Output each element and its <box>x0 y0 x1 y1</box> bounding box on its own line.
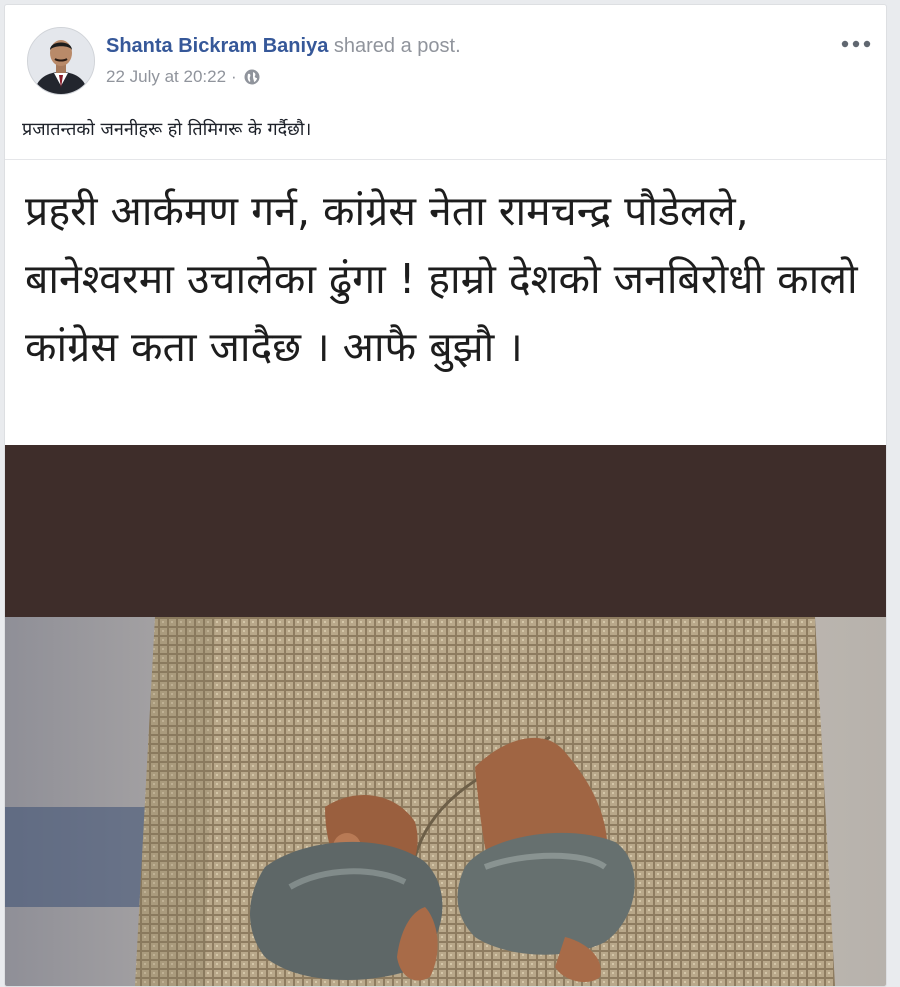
shared-photo[interactable] <box>5 617 886 986</box>
post-card: Shanta Bickram Baniya shared a post. 22 … <box>4 4 887 987</box>
globe-icon[interactable] <box>243 68 261 86</box>
post-caption: प्रजातन्तको जननीहरू हो तिमिगरू के गर्दैछ… <box>22 119 312 140</box>
author-name-link[interactable]: Shanta Bickram Baniya <box>106 35 328 57</box>
post-header: Shanta Bickram Baniya shared a post. 22 … <box>5 5 886 165</box>
action-text: shared a post. <box>328 35 461 57</box>
author-line: Shanta Bickram Baniya shared a post. <box>106 35 461 58</box>
image-dark-band <box>5 445 886 617</box>
hands-holding-stones-photo <box>5 617 886 986</box>
shared-post-text: प्रहरी आर्कमण गर्न, कांग्रेस नेता रामचन्… <box>25 187 858 371</box>
timestamp-link[interactable]: 22 July at 20:22 <box>106 67 226 87</box>
meta-separator: · <box>231 67 237 86</box>
author-avatar[interactable] <box>27 27 95 95</box>
more-options-icon[interactable] <box>838 33 874 55</box>
header-divider <box>5 159 886 160</box>
post-meta: 22 July at 20:22 · <box>106 67 261 87</box>
avatar-image <box>28 28 94 94</box>
